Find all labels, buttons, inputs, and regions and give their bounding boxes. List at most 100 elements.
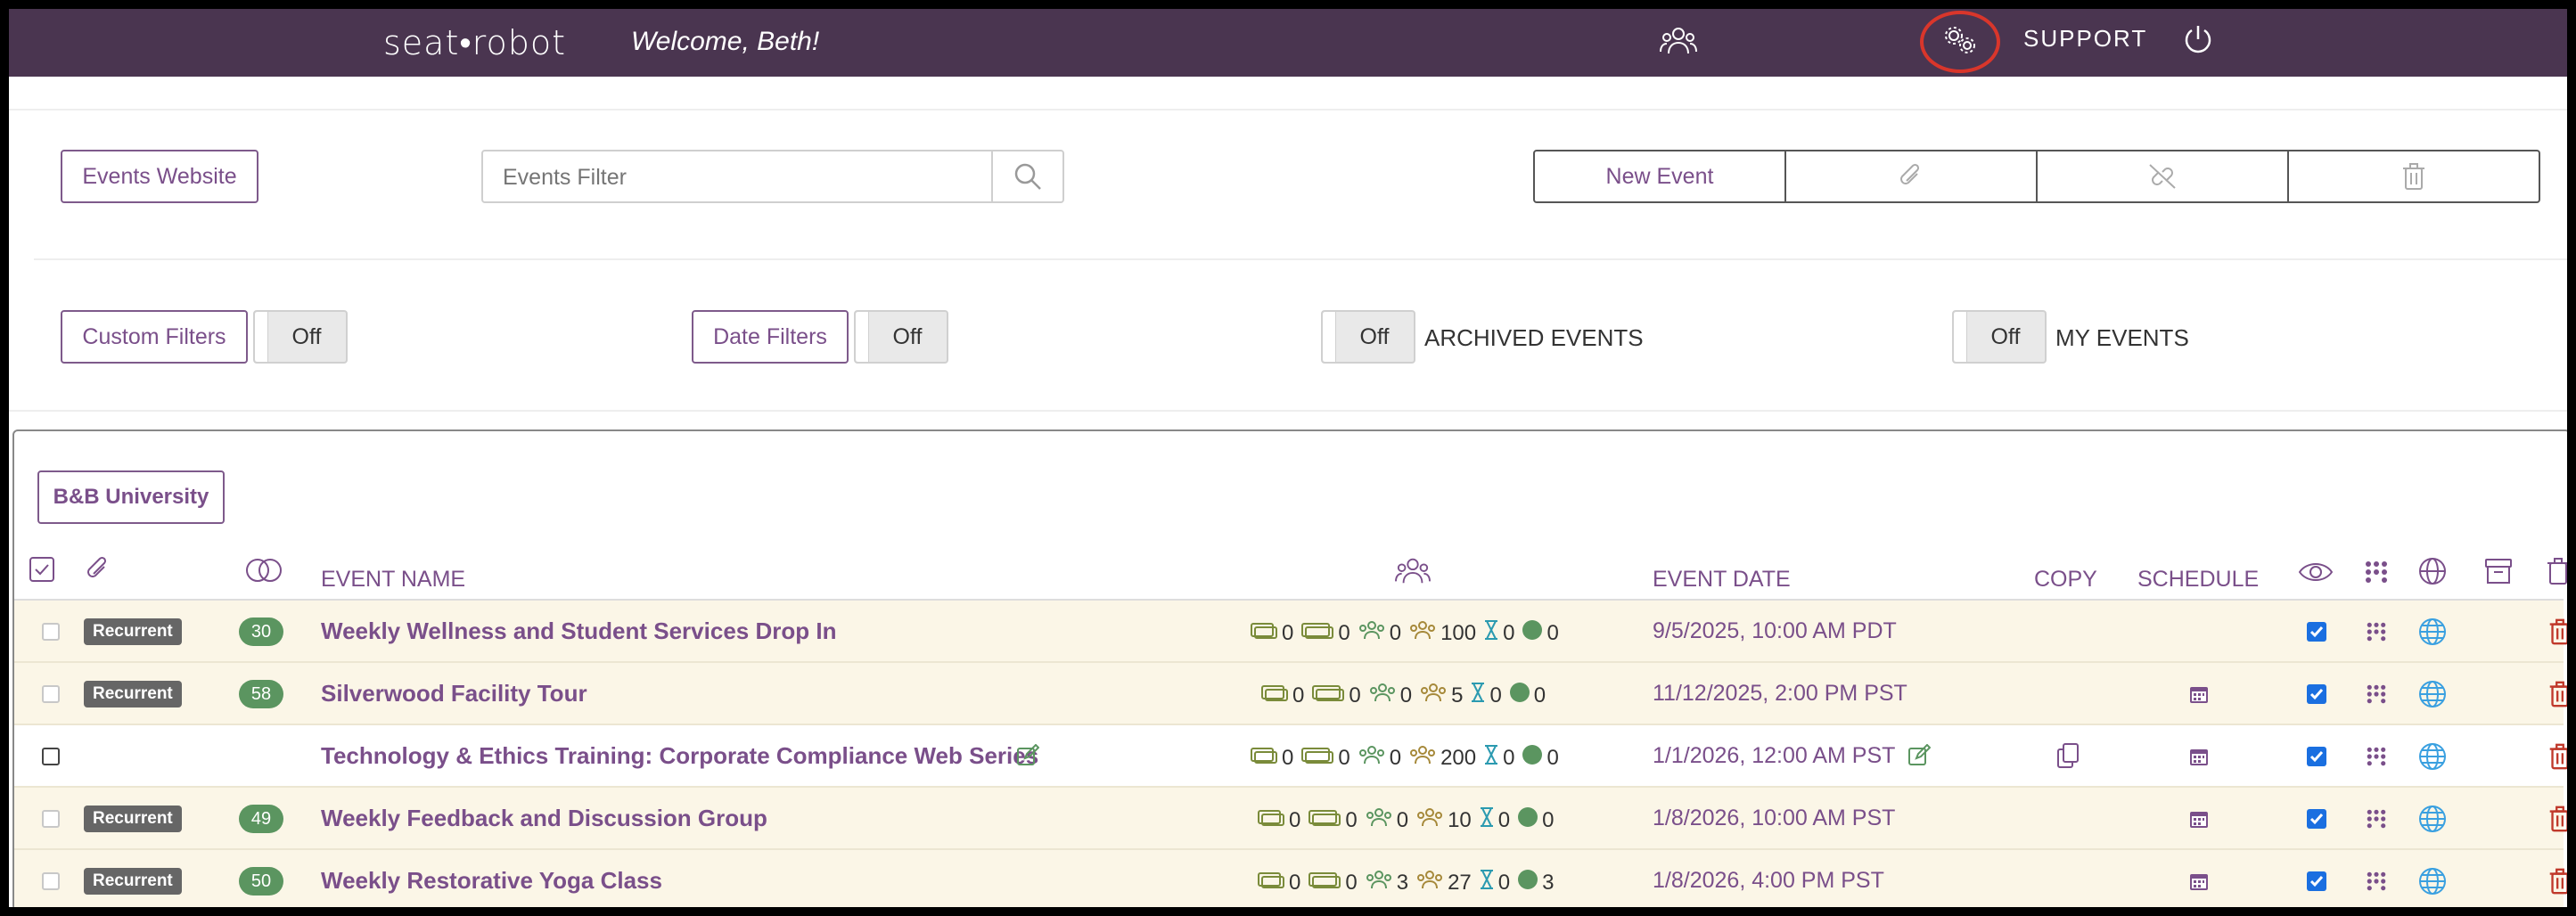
- globe-icon[interactable]: [2417, 741, 2448, 776]
- events-website-button[interactable]: Events Website: [61, 150, 258, 203]
- schedule-header: SCHEDULE: [2137, 567, 2260, 592]
- checked-in-icon: [1358, 619, 1386, 647]
- registered-icon: [1408, 744, 1437, 772]
- search-button[interactable]: [991, 151, 1062, 201]
- globe-icon[interactable]: [2417, 866, 2448, 901]
- checked-in-icon: [1358, 744, 1386, 772]
- stat-value: 0: [1292, 683, 1305, 707]
- row-checkbox[interactable]: [42, 685, 60, 703]
- support-link[interactable]: SUPPORT: [2023, 25, 2147, 53]
- edit-icon[interactable]: [1016, 743, 1040, 772]
- attach-button[interactable]: [1786, 151, 2038, 201]
- visible-checkbox[interactable]: [2307, 871, 2326, 891]
- calendar-icon[interactable]: [2189, 809, 2209, 833]
- my-events-toggle[interactable]: Off: [1952, 310, 2047, 364]
- event-date: 1/8/2026, 10:00 AM PST: [1653, 806, 1896, 830]
- event-name-link[interactable]: Weekly Feedback and Discussion Group: [321, 805, 767, 832]
- event-name-header[interactable]: EVENT NAME: [321, 567, 465, 593]
- calendar-icon[interactable]: [2189, 684, 2209, 708]
- table-icon: [1300, 745, 1334, 771]
- visible-checkbox[interactable]: [2307, 622, 2326, 642]
- app-logo[interactable]: seat•robot: [383, 23, 566, 63]
- stat-value: 0: [1489, 683, 1502, 707]
- trash-icon: [2403, 163, 2424, 190]
- event-actions-group: New Event: [1533, 150, 2540, 203]
- divider: [9, 109, 2567, 110]
- occurrence-count-badge: 50: [239, 867, 283, 896]
- globe-icon[interactable]: [2417, 804, 2448, 838]
- seat-icon: [1257, 870, 1285, 896]
- occurrence-count-badge: 49: [239, 805, 283, 833]
- event-name-link[interactable]: Weekly Restorative Yoga Class: [321, 867, 662, 895]
- delete-event-icon[interactable]: [2547, 617, 2567, 650]
- stat-value: 200: [1440, 745, 1477, 770]
- calendar-icon[interactable]: [2189, 871, 2209, 896]
- recurrence-column-icon: [244, 556, 283, 589]
- date-filters-toggle[interactable]: Off: [854, 310, 948, 364]
- date-filters-button[interactable]: Date Filters: [692, 310, 849, 364]
- registered-icon: [1419, 682, 1448, 709]
- organization-button[interactable]: B&B University: [37, 470, 225, 524]
- delete-button[interactable]: [2289, 151, 2539, 201]
- event-name-link[interactable]: Silverwood Facility Tour: [321, 680, 587, 707]
- globe-icon[interactable]: [2417, 617, 2448, 651]
- stat-value: 0: [1282, 620, 1294, 645]
- registered-icon: [1415, 806, 1444, 834]
- events-filter-input[interactable]: [501, 164, 986, 192]
- status-dot-icon: [1522, 619, 1543, 647]
- toggle-state: Off: [892, 323, 923, 349]
- copy-icon[interactable]: [2055, 742, 2080, 773]
- delete-event-icon[interactable]: [2547, 680, 2567, 713]
- qr-code-icon[interactable]: [2366, 683, 2387, 709]
- calendar-icon[interactable]: [2189, 747, 2209, 771]
- new-event-button[interactable]: New Event: [1535, 151, 1786, 201]
- row-checkbox[interactable]: [42, 810, 60, 828]
- qr-code-icon[interactable]: [2366, 621, 2387, 647]
- delete-event-icon[interactable]: [2547, 742, 2567, 775]
- status-dot-icon: [1517, 869, 1538, 896]
- globe-icon[interactable]: [2417, 679, 2448, 714]
- globe-column-icon: [2417, 556, 2448, 591]
- qr-code-icon[interactable]: [2366, 746, 2387, 772]
- archived-events-toggle[interactable]: Off: [1321, 310, 1415, 364]
- toggle-state: Off: [1359, 323, 1390, 349]
- event-name-link[interactable]: Technology & Ethics Training: Corporate …: [321, 742, 1038, 770]
- occurrence-count-badge: 58: [239, 680, 283, 708]
- row-checkbox[interactable]: [42, 623, 60, 641]
- unlink-icon: [2149, 164, 2176, 189]
- recurrent-badge: Recurrent: [84, 681, 182, 707]
- attendance-stats: 0 0 0 5 0 0: [1260, 682, 1553, 709]
- stat-value: 0: [1345, 807, 1358, 832]
- paperclip-icon: [1900, 163, 1920, 184]
- row-checkbox[interactable]: [42, 872, 60, 890]
- stat-value: 0: [1497, 807, 1511, 832]
- event-date-header[interactable]: EVENT DATE: [1653, 567, 1791, 593]
- toggle-state: Off: [291, 323, 322, 349]
- events-filter: [481, 150, 1064, 203]
- delete-event-icon[interactable]: [2547, 867, 2567, 900]
- waitlist-icon: [1483, 619, 1499, 647]
- stat-value: 0: [1503, 745, 1515, 770]
- select-all-checkbox[interactable]: [29, 556, 55, 587]
- visible-checkbox[interactable]: [2307, 684, 2326, 704]
- stat-value: 0: [1396, 807, 1409, 832]
- stat-value: 10: [1448, 807, 1472, 832]
- event-name-link[interactable]: Weekly Wellness and Student Services Dro…: [321, 617, 836, 645]
- stat-value: 0: [1399, 683, 1413, 707]
- users-icon[interactable]: [1660, 23, 1697, 63]
- event-date: 11/12/2025, 2:00 PM PST: [1653, 681, 1907, 706]
- custom-filters-button[interactable]: Custom Filters: [61, 310, 248, 364]
- visibility-column-icon: [2298, 560, 2334, 589]
- attendance-stats: 0 0 0 10 0 0: [1257, 806, 1562, 834]
- visible-checkbox[interactable]: [2307, 747, 2326, 766]
- unlink-button[interactable]: [2038, 151, 2289, 201]
- qr-code-icon[interactable]: [2366, 808, 2387, 834]
- qr-code-icon[interactable]: [2366, 871, 2387, 896]
- custom-filters-toggle[interactable]: Off: [253, 310, 348, 364]
- edit-date-icon[interactable]: [1907, 743, 1932, 772]
- row-checkbox[interactable]: [42, 748, 60, 765]
- visible-checkbox[interactable]: [2307, 809, 2326, 829]
- delete-event-icon[interactable]: [2547, 805, 2567, 838]
- power-icon[interactable]: [2182, 21, 2214, 61]
- event-date: 1/8/2026, 4:00 PM PST: [1653, 868, 1884, 893]
